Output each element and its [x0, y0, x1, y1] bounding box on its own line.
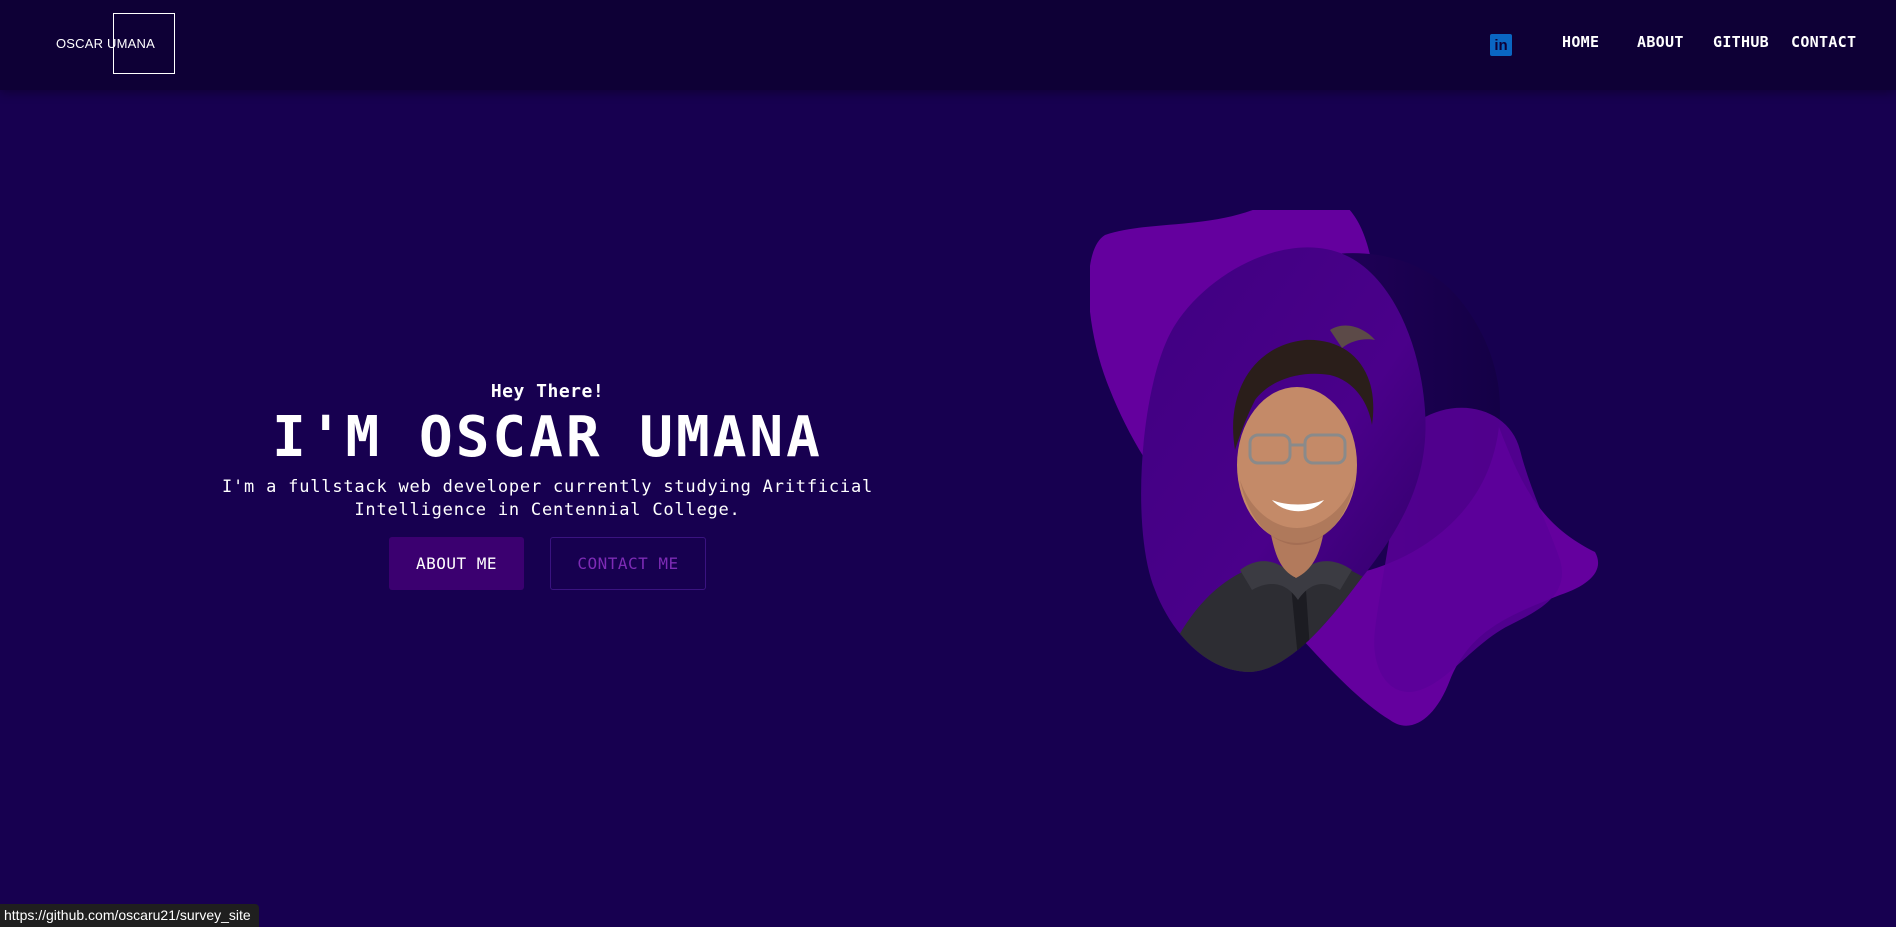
- contact-me-button[interactable]: CONTACT ME: [550, 537, 706, 590]
- hero-text: Hey There! I'M OSCAR UMANA I'm a fullsta…: [180, 380, 915, 522]
- navbar: OSCAR UMANA in HOME ABOUT GITHUB CONTACT: [0, 0, 1896, 90]
- about-me-button[interactable]: ABOUT ME: [389, 537, 524, 590]
- hero-illustration: [1090, 210, 1599, 726]
- hero-tagline: I'm a fullstack web developer currently …: [221, 477, 874, 520]
- brand-logo-frame: [113, 13, 175, 74]
- nav-github[interactable]: GITHUB: [1713, 33, 1769, 51]
- nav-contact[interactable]: CONTACT: [1791, 33, 1856, 51]
- linkedin-icon[interactable]: in: [1490, 34, 1512, 56]
- nav-home[interactable]: HOME: [1562, 33, 1599, 51]
- page: OSCAR UMANA in HOME ABOUT GITHUB CONTACT…: [0, 0, 1896, 927]
- status-bar-url: https://github.com/oscaru21/survey_site: [0, 904, 259, 927]
- hero-greeting: Hey There!: [490, 381, 605, 402]
- nav-about[interactable]: ABOUT: [1637, 33, 1684, 51]
- hero-name: I'M OSCAR UMANA: [272, 405, 823, 470]
